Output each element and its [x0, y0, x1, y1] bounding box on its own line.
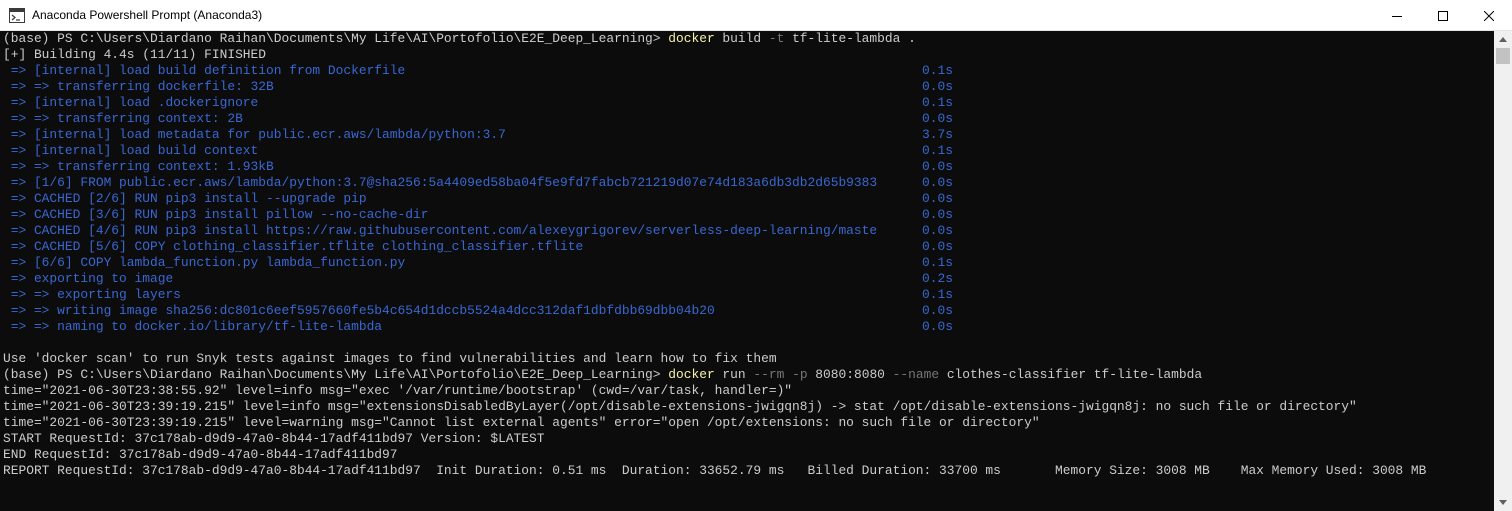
build-step-time: 0.1s [922, 255, 953, 270]
log-line: time="2021-06-30T23:38:55.92" level=info… [3, 383, 793, 398]
command-args: run [714, 367, 754, 382]
build-step: => CACHED [4/6] RUN pip3 install https:/… [3, 223, 878, 238]
build-step-time: 0.1s [922, 143, 953, 158]
maximize-button[interactable] [1420, 0, 1466, 31]
command-args: 8080:8080 [807, 367, 893, 382]
build-step-time: 0.0s [922, 191, 953, 206]
scroll-down-button[interactable] [1494, 494, 1512, 511]
build-step: => => naming to docker.io/library/tf-lit… [3, 319, 383, 334]
command-flag: --name [892, 367, 940, 382]
build-step: => [internal] load .dockerignore [3, 95, 259, 110]
window-title: Anaconda Powershell Prompt (Anaconda3) [32, 8, 263, 22]
prompt-line-run: (base) PS C:\Users\Diardano Raihan\Docum… [3, 367, 1202, 383]
command-flag: --rm [753, 367, 785, 382]
command-name: docker [668, 367, 715, 382]
build-step: => exporting to image [3, 271, 174, 286]
command-args [784, 367, 792, 382]
build-step-time: 0.0s [922, 239, 953, 254]
build-step: => => transferring context: 1.93kB [3, 159, 274, 174]
build-step-time: 0.0s [922, 159, 953, 174]
command-args: clothes-classifier tf-lite-lambda [939, 367, 1203, 382]
build-step: => CACHED [3/6] RUN pip3 install pillow … [3, 207, 429, 222]
build-step-time: 0.0s [922, 319, 953, 334]
build-step-time: 0.0s [922, 79, 953, 94]
build-status-line: [+] Building 4.4s (11/11) FINISHED [3, 47, 267, 62]
chevron-up-icon [1499, 37, 1507, 42]
prompt-line-build: (base) PS C:\Users\Diardano Raihan\Docum… [3, 31, 916, 47]
close-icon [1484, 10, 1494, 21]
console-output[interactable]: (base) PS C:\Users\Diardano Raihan\Docum… [0, 31, 1494, 511]
close-button[interactable] [1466, 0, 1512, 31]
build-step-time: 0.0s [922, 175, 953, 190]
log-line: time="2021-06-30T23:39:19.215" level=war… [3, 415, 1040, 430]
minimize-icon [1392, 15, 1402, 17]
build-step-time: 0.2s [922, 271, 953, 286]
log-line: time="2021-06-30T23:39:19.215" level=inf… [3, 399, 1357, 414]
scan-hint-line: Use 'docker scan' to run Snyk tests agai… [3, 351, 777, 366]
command-flag: -t [768, 31, 785, 46]
scroll-up-button[interactable] [1494, 31, 1512, 48]
build-step-time: 3.7s [922, 127, 953, 142]
build-step: => => transferring context: 2B [3, 111, 243, 126]
command-args: build [714, 31, 769, 46]
build-step: => => exporting layers [3, 287, 181, 302]
minimize-button[interactable] [1374, 0, 1420, 31]
prompt-path: (base) PS C:\Users\Diardano Raihan\Docum… [3, 367, 669, 382]
build-step: => [internal] load build definition from… [3, 63, 406, 78]
build-step-time: 0.1s [922, 287, 953, 302]
chevron-down-icon [1499, 500, 1507, 505]
build-step-time: 0.0s [922, 111, 953, 126]
build-step: => [internal] load build context [3, 143, 259, 158]
build-step-time: 0.0s [922, 303, 953, 318]
powershell-app-icon [9, 8, 25, 23]
command-args: tf-lite-lambda . [784, 31, 916, 46]
log-line: REPORT RequestId: 37c178ab-d9d9-47a0-8b4… [3, 463, 1427, 478]
build-step-time: 0.0s [922, 223, 953, 238]
log-line: START RequestId: 37c178ab-d9d9-47a0-8b44… [3, 431, 545, 446]
build-step: => => transferring dockerfile: 32B [3, 79, 274, 94]
build-step: => CACHED [2/6] RUN pip3 install --upgra… [3, 191, 367, 206]
command-flag: -p [792, 367, 808, 382]
build-step-time: 0.1s [922, 63, 953, 78]
vertical-scrollbar[interactable] [1494, 31, 1512, 511]
log-line: END RequestId: 37c178ab-d9d9-47a0-8b44-1… [3, 447, 398, 462]
build-step: => => writing image sha256:dc801c6eef595… [3, 303, 715, 318]
build-step-time: 0.1s [922, 95, 953, 110]
build-step: => [internal] load metadata for public.e… [3, 127, 506, 142]
title-bar[interactable]: Anaconda Powershell Prompt (Anaconda3) [0, 0, 1512, 31]
scrollbar-thumb[interactable] [1496, 48, 1510, 64]
maximize-icon [1438, 10, 1448, 21]
build-step: => CACHED [5/6] COPY clothing_classifier… [3, 239, 584, 254]
command-name: docker [668, 31, 715, 46]
build-step: => [6/6] COPY lambda_function.py lambda_… [3, 255, 406, 270]
build-step: => [1/6] FROM public.ecr.aws/lambda/pyth… [3, 175, 878, 190]
build-step-time: 0.0s [922, 207, 953, 222]
prompt-path: (base) PS C:\Users\Diardano Raihan\Docum… [3, 31, 669, 46]
powershell-window: Anaconda Powershell Prompt (Anaconda3) (… [0, 0, 1512, 511]
